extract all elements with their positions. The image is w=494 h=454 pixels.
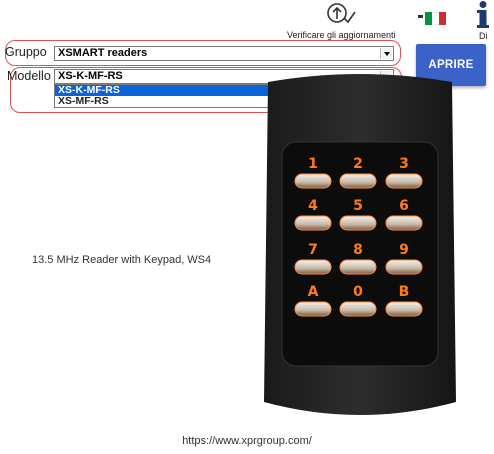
model-select-value: XS-K-MF-RS bbox=[58, 70, 123, 82]
group-select[interactable]: XSMART readers bbox=[54, 46, 394, 61]
info-icon[interactable] bbox=[472, 0, 494, 30]
keypad-key bbox=[294, 301, 332, 317]
group-select-value: XSMART readers bbox=[58, 47, 148, 59]
group-label: Gruppo bbox=[5, 45, 47, 59]
footer-url[interactable]: https://www.xprgroup.com/ bbox=[0, 435, 494, 447]
keypad-digit: 1 bbox=[308, 156, 318, 172]
product-image: 1 2 3 4 5 6 7 8 9 A 0 B bbox=[258, 72, 462, 424]
keypad-digit: 6 bbox=[399, 198, 409, 214]
keypad-digit: B bbox=[399, 284, 410, 300]
keypad-digit: 4 bbox=[308, 198, 318, 214]
keypad-key bbox=[339, 259, 377, 275]
info-label[interactable]: Di bbox=[479, 31, 488, 41]
keypad-key bbox=[294, 215, 332, 231]
keypad-digit: 2 bbox=[353, 156, 363, 172]
keypad-digit: 5 bbox=[353, 198, 363, 214]
model-label: Modello bbox=[7, 69, 51, 83]
keypad-key bbox=[339, 215, 377, 231]
update-check-icon[interactable] bbox=[322, 2, 356, 28]
keypad-digit: 8 bbox=[353, 242, 363, 258]
keypad-key bbox=[339, 301, 377, 317]
chevron-down-icon[interactable] bbox=[380, 48, 392, 59]
language-dropdown-icon[interactable] bbox=[418, 15, 423, 18]
keypad-key bbox=[385, 259, 423, 275]
keypad-key bbox=[385, 215, 423, 231]
keypad-digit: 3 bbox=[399, 156, 409, 172]
update-check-label[interactable]: Verificare gli aggiornamenti bbox=[287, 30, 396, 40]
keypad-key bbox=[294, 173, 332, 189]
italian-flag-icon[interactable] bbox=[425, 12, 446, 25]
product-description: 13.5 MHz Reader with Keypad, WS4 bbox=[32, 254, 212, 266]
keypad-key bbox=[385, 301, 423, 317]
keypad-digit: 7 bbox=[308, 242, 318, 258]
keypad-digit: A bbox=[308, 284, 319, 300]
keypad-key bbox=[385, 173, 423, 189]
keypad-key bbox=[294, 259, 332, 275]
keypad-digit: 9 bbox=[399, 242, 409, 258]
keypad-key bbox=[339, 173, 377, 189]
keypad-digit: 0 bbox=[353, 284, 363, 300]
